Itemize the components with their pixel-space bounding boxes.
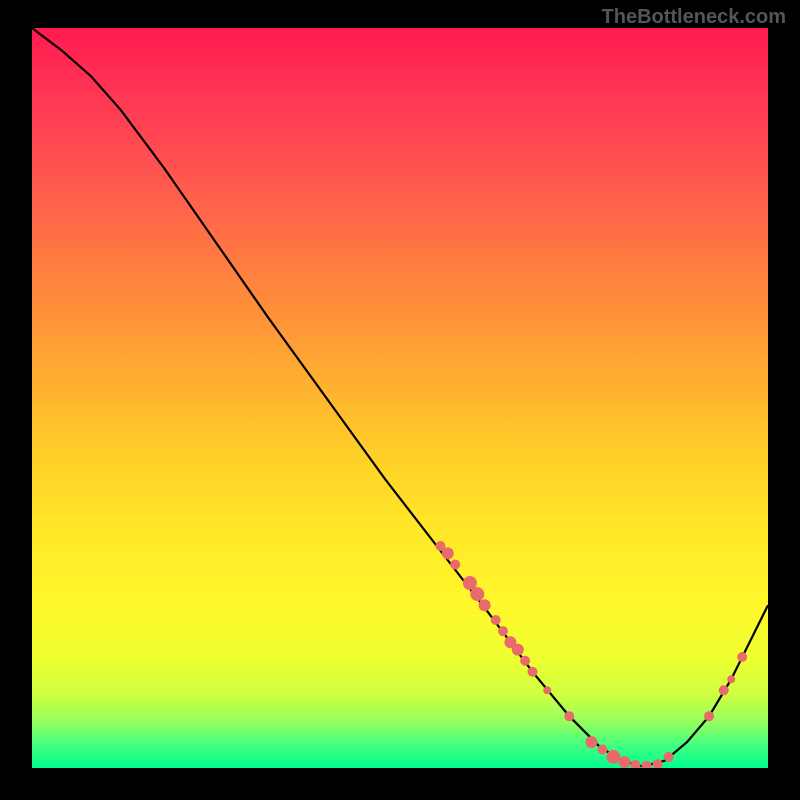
- data-point: [631, 760, 641, 768]
- data-point: [479, 599, 491, 611]
- data-point: [737, 652, 747, 662]
- watermark-text: TheBottleneck.com: [602, 6, 786, 29]
- data-point: [719, 685, 729, 695]
- data-point: [442, 547, 454, 559]
- data-point: [498, 626, 508, 636]
- chart-svg: [32, 28, 768, 768]
- data-point: [528, 667, 538, 677]
- data-point: [619, 756, 631, 768]
- data-points-group: [436, 541, 748, 768]
- plot-area: [32, 28, 768, 768]
- data-point: [543, 686, 551, 694]
- data-point: [606, 750, 620, 764]
- bottleneck-curve: [32, 28, 768, 767]
- data-point: [450, 560, 460, 570]
- data-point: [727, 675, 735, 683]
- data-point: [520, 656, 530, 666]
- data-point: [512, 644, 524, 656]
- data-point: [491, 615, 501, 625]
- data-point: [642, 761, 652, 768]
- data-point: [704, 711, 714, 721]
- data-point: [597, 745, 607, 755]
- data-point: [564, 711, 574, 721]
- data-point: [470, 587, 484, 601]
- data-point: [664, 752, 674, 762]
- data-point: [585, 736, 597, 748]
